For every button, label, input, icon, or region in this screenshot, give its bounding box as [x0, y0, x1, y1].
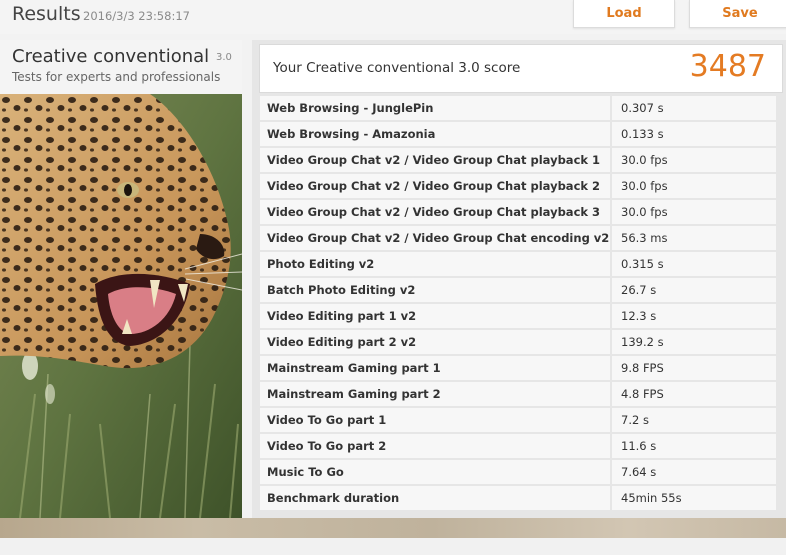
- benchmark-name: Creative conventional: [12, 46, 210, 67]
- bottom-bar: [0, 538, 786, 555]
- table-row: Mainstream Gaming part 2 4.8 FPS: [260, 382, 782, 406]
- result-name: Benchmark duration: [260, 486, 610, 510]
- result-value: 139.2 s: [612, 330, 776, 354]
- table-row: Video To Go part 1 7.2 s: [260, 408, 782, 432]
- result-value: 9.8 FPS: [612, 356, 776, 380]
- result-name: Video Group Chat v2 / Video Group Chat p…: [260, 200, 610, 243]
- table-row: Batch Photo Editing v2 26.7 s: [260, 278, 782, 302]
- results-table: Web Browsing - JunglePin 0.307 s Web Bro…: [260, 96, 782, 512]
- benchmark-image: [0, 94, 242, 518]
- result-value: 4.8 FPS: [612, 382, 776, 406]
- table-row: Music To Go 7.64 s: [260, 460, 782, 484]
- result-value: 11.6 s: [612, 434, 776, 458]
- table-row: Web Browsing - JunglePin 0.307 s: [260, 96, 782, 120]
- result-name: Video Group Chat v2 / Video Group Chat p…: [260, 148, 610, 191]
- result-name: Web Browsing - Amazonia: [260, 122, 610, 146]
- score-value: 3487: [689, 49, 766, 84]
- result-name: Video Group Chat v2 / Video Group Chat e…: [260, 226, 610, 250]
- result-timestamp: 2016/3/3 23:58:17: [83, 9, 190, 23]
- table-row: Video Editing part 1 v2 12.3 s: [260, 304, 782, 328]
- benchmark-version: 3.0: [216, 52, 232, 63]
- result-value: 56.3 ms: [612, 226, 776, 250]
- result-value: 7.2 s: [612, 408, 776, 432]
- benchmark-header: Creative conventional 3.0 Tests for expe…: [0, 40, 242, 94]
- leopard-photo-icon: [0, 94, 242, 518]
- table-row: Video Group Chat v2 / Video Group Chat p…: [260, 148, 782, 191]
- table-row: Web Browsing - Amazonia 0.133 s: [260, 122, 782, 146]
- result-value: 30.0 fps: [612, 200, 776, 224]
- result-name: Photo Editing v2: [260, 252, 610, 276]
- result-value: 0.307 s: [612, 96, 776, 120]
- score-box: Your Creative conventional 3.0 score 348…: [259, 44, 783, 93]
- result-name: Video Group Chat v2 / Video Group Chat p…: [260, 174, 610, 217]
- table-row: Video Editing part 2 v2 139.2 s: [260, 330, 782, 354]
- benchmark-description: Tests for experts and professionals: [12, 70, 221, 84]
- result-name: Video To Go part 1: [260, 408, 610, 432]
- table-row: Video Group Chat v2 / Video Group Chat p…: [260, 174, 782, 217]
- table-row: Photo Editing v2 0.315 s: [260, 252, 782, 276]
- result-name: Video Editing part 2 v2: [260, 330, 610, 354]
- table-row: Video To Go part 2 11.6 s: [260, 434, 782, 458]
- result-name: Mainstream Gaming part 1: [260, 356, 610, 380]
- table-row: Mainstream Gaming part 1 9.8 FPS: [260, 356, 782, 380]
- results-panel: Your Creative conventional 3.0 score 348…: [252, 40, 786, 518]
- result-name: Video Editing part 1 v2: [260, 304, 610, 328]
- result-name: Music To Go: [260, 460, 610, 484]
- result-value: 30.0 fps: [612, 148, 776, 172]
- result-value: 12.3 s: [612, 304, 776, 328]
- result-value: 26.7 s: [612, 278, 776, 302]
- save-button[interactable]: Save: [689, 0, 786, 28]
- result-value: 45min 55s: [612, 486, 776, 510]
- result-name: Batch Photo Editing v2: [260, 278, 610, 302]
- table-row: Benchmark duration 45min 55s: [260, 486, 782, 510]
- result-value: 0.133 s: [612, 122, 776, 146]
- table-row: Video Group Chat v2 / Video Group Chat e…: [260, 226, 782, 250]
- score-label: Your Creative conventional 3.0 score: [273, 60, 521, 76]
- page-title: Results: [12, 3, 81, 25]
- result-value: 7.64 s: [612, 460, 776, 484]
- result-name: Web Browsing - JunglePin: [260, 96, 610, 120]
- result-value: 0.315 s: [612, 252, 776, 276]
- result-name: Video To Go part 2: [260, 434, 610, 458]
- load-button[interactable]: Load: [573, 0, 675, 28]
- table-row: Video Group Chat v2 / Video Group Chat p…: [260, 200, 782, 243]
- result-name: Mainstream Gaming part 2: [260, 382, 610, 406]
- result-value: 30.0 fps: [612, 174, 776, 198]
